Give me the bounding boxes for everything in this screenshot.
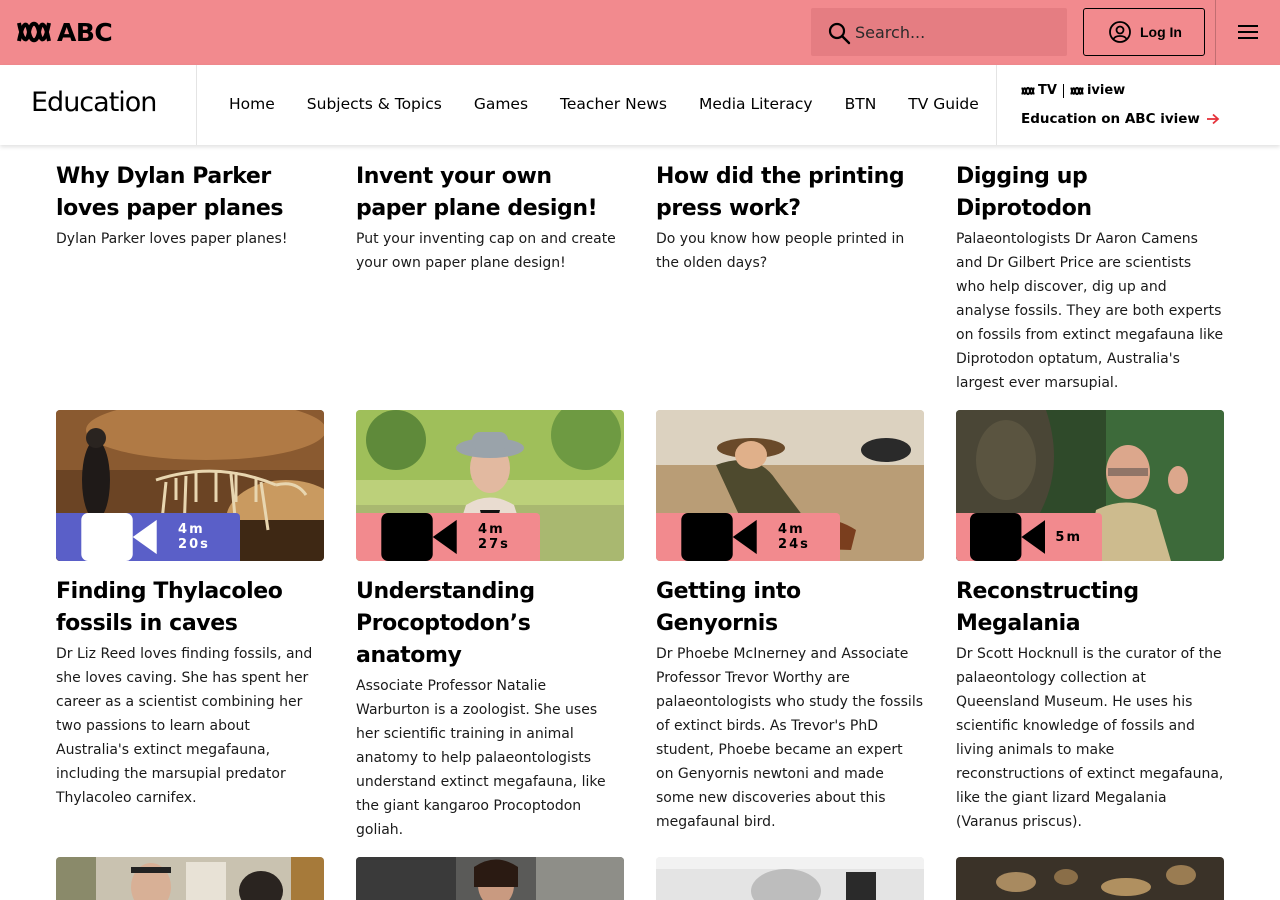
video-thumbnail[interactable] [356, 857, 624, 900]
nav-link-btn[interactable]: BTN [845, 95, 877, 113]
video-duration-badge: 4m 24s [656, 513, 841, 561]
card-title[interactable]: Digging up Diprotodon [956, 161, 1224, 225]
iview-logo-text: iview [1086, 83, 1126, 98]
top-bar: ABC Log In [0, 0, 1280, 65]
content-card[interactable]: Understanding Procoptodon’s anatomy Asso… [356, 576, 624, 842]
scientists-office-image [56, 857, 324, 900]
card-title[interactable]: How did the printing press work? [656, 161, 924, 225]
card-title[interactable]: Finding Thylacoleo fossils in caves [56, 576, 324, 640]
search-input[interactable] [855, 8, 1065, 56]
nav-link-teacher-news[interactable]: Teacher News [560, 95, 667, 113]
content-card[interactable]: Getting into Genyornis Dr Phoebe McInern… [656, 576, 924, 834]
video-thumbnail[interactable] [56, 857, 324, 900]
education-nav: Education Home Subjects & Topics Games T… [0, 65, 1280, 145]
nav-divider [996, 65, 997, 145]
video-thumbnail[interactable]: 4m 20s [56, 410, 324, 561]
video-thumbnail[interactable]: 4m 24s [656, 410, 924, 561]
education-brand-link[interactable]: Education [31, 87, 157, 118]
abc-tv-iview-logos: TV iview [1021, 83, 1125, 98]
login-label: Log In [1140, 24, 1182, 40]
education-on-iview-link[interactable]: Education on ABC iview [1021, 111, 1220, 127]
arrow-right-icon [1206, 113, 1220, 125]
nav-link-tv-guide[interactable]: TV Guide [908, 95, 979, 113]
video-camera-icon [81, 513, 157, 561]
content-card[interactable]: Reconstructing Megalania Dr Scott Hocknu… [956, 576, 1224, 834]
card-title[interactable]: Reconstructing Megalania [956, 576, 1224, 640]
fossil-bones-image [956, 857, 1224, 900]
header-divider [1215, 0, 1216, 65]
nav-link-games[interactable]: Games [474, 95, 528, 113]
card-title[interactable]: Why Dylan Parker loves paper planes [56, 161, 324, 225]
abc-logo-link[interactable]: ABC [17, 17, 113, 47]
search-box[interactable] [811, 8, 1067, 56]
card-title[interactable]: Getting into Genyornis [656, 576, 924, 640]
video-thumbnail[interactable] [656, 857, 924, 900]
abc-tv-logo-text: TV [1038, 83, 1057, 98]
video-duration: 4m 20s [178, 522, 210, 552]
video-thumbnail[interactable]: 4m 27s [356, 410, 624, 561]
content-card[interactable]: Digging up Diprotodon Palaeontologists D… [956, 161, 1224, 395]
card-description: Do you know how people printed in the ol… [656, 231, 905, 271]
hamburger-menu-icon[interactable] [1236, 22, 1260, 42]
video-duration-badge: 5m [956, 513, 1103, 561]
video-duration: 4m 24s [778, 522, 810, 552]
user-circle-icon [1109, 21, 1131, 43]
card-description: Dr Scott Hocknull is the curator of the … [956, 646, 1224, 830]
content-card[interactable]: Invent your own paper plane design! Put … [356, 161, 624, 275]
video-duration: 4m 27s [478, 522, 510, 552]
abc-lissajous-icon [17, 21, 51, 43]
content-card[interactable]: How did the printing press work? Do you … [656, 161, 924, 275]
content-card[interactable]: Finding Thylacoleo fossils in caves Dr L… [56, 576, 324, 810]
skull-scan-image [656, 857, 924, 900]
education-nav-links: Home Subjects & Topics Games Teacher New… [229, 95, 979, 113]
video-camera-icon [681, 513, 757, 561]
card-description: Associate Professor Natalie Warburton is… [356, 678, 606, 838]
abc-logo-text: ABC [57, 17, 113, 47]
video-thumbnail[interactable]: 5m [956, 410, 1224, 561]
nav-link-media-literacy[interactable]: Media Literacy [699, 95, 813, 113]
nav-divider [196, 65, 197, 145]
abc-mini-logo-icon [1021, 86, 1035, 95]
video-duration-badge: 4m 27s [356, 513, 541, 561]
video-camera-icon [970, 513, 1046, 561]
video-thumbnail[interactable] [956, 857, 1224, 900]
card-description: Put your inventing cap on and create you… [356, 231, 616, 271]
nav-link-home[interactable]: Home [229, 95, 275, 113]
lab-researcher-image [356, 857, 624, 900]
iview-link-label: Education on ABC iview [1021, 111, 1200, 127]
card-description: Dylan Parker loves paper planes! [56, 231, 288, 247]
card-title[interactable]: Invent your own paper plane design! [356, 161, 624, 225]
video-duration-badge: 4m 20s [56, 513, 241, 561]
content-card[interactable]: Why Dylan Parker loves paper planes Dyla… [56, 161, 324, 251]
nav-link-subjects-topics[interactable]: Subjects & Topics [307, 95, 442, 113]
video-duration: 5m [1055, 529, 1083, 545]
card-description: Dr Liz Reed loves finding fossils, and s… [56, 646, 313, 806]
logo-divider [1062, 83, 1064, 98]
video-camera-icon [381, 513, 457, 561]
card-description: Dr Phoebe McInerney and Associate Profes… [656, 646, 923, 830]
card-title[interactable]: Understanding Procoptodon’s anatomy [356, 576, 624, 672]
abc-mini-logo-icon [1070, 86, 1084, 95]
card-description: Palaeontologists Dr Aaron Camens and Dr … [956, 231, 1224, 391]
search-icon [828, 22, 851, 45]
login-button[interactable]: Log In [1083, 8, 1205, 56]
